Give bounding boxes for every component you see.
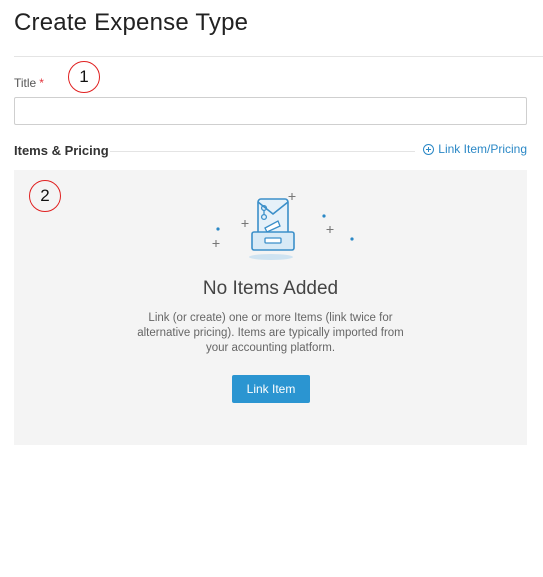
title-input[interactable] bbox=[14, 97, 527, 125]
section-title: Items & Pricing bbox=[14, 143, 109, 158]
callout-marker-1: 1 bbox=[68, 61, 100, 93]
title-divider bbox=[14, 56, 543, 57]
empty-tray-icon bbox=[212, 193, 354, 260]
empty-state-description: Link (or create) one or more Items (link… bbox=[137, 312, 404, 354]
callout-marker-2: 2 bbox=[29, 180, 61, 212]
plus-circle-icon bbox=[423, 143, 435, 155]
empty-items-panel: 2 No Items Added Link (or create) one or… bbox=[14, 170, 527, 445]
empty-state-title: No Items Added bbox=[202, 278, 339, 299]
link-item-pricing-link[interactable]: Link Item/Pricing bbox=[423, 142, 527, 156]
page-title: Create Expense Type bbox=[14, 9, 249, 36]
title-label-text: Title bbox=[14, 76, 37, 90]
section-divider bbox=[110, 151, 415, 152]
required-marker: * bbox=[39, 76, 44, 90]
link-item-pricing-label: Link Item/Pricing bbox=[438, 142, 527, 156]
title-field-label: Title * bbox=[14, 76, 44, 90]
link-item-button[interactable]: Link Item bbox=[232, 375, 310, 403]
items-pricing-header: Items & Pricing Link Item/Pricing bbox=[14, 142, 527, 161]
